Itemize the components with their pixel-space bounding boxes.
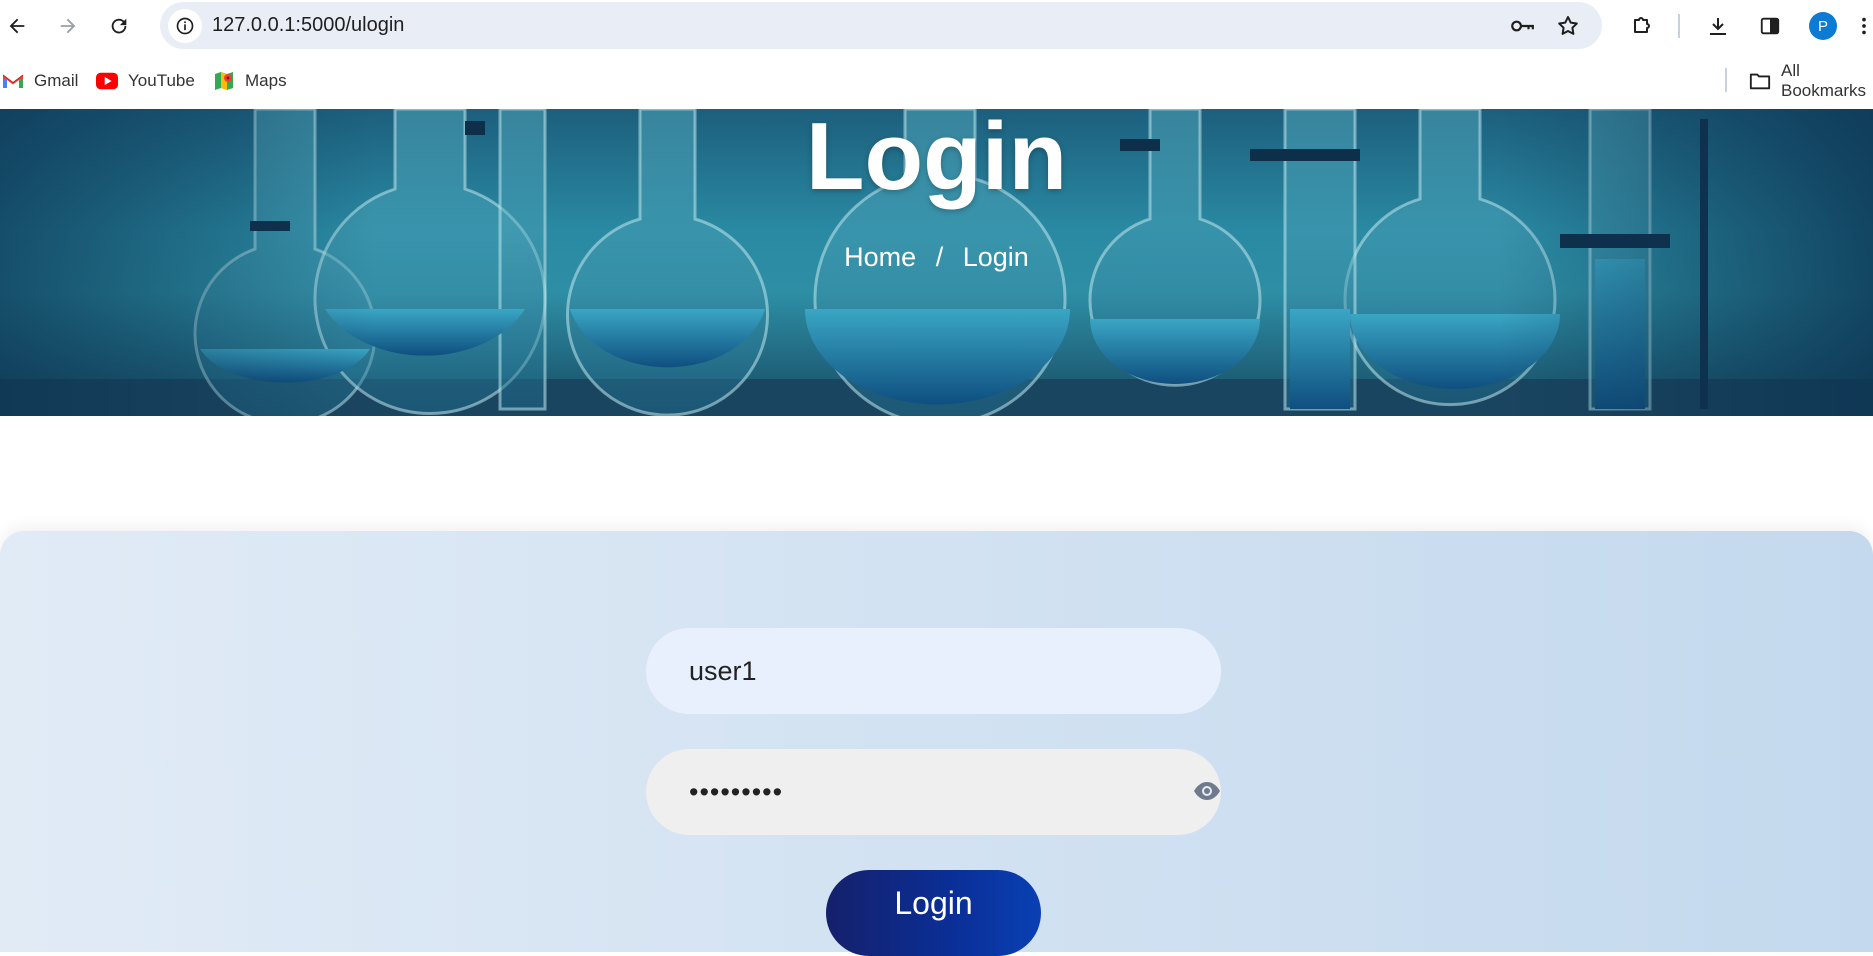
- info-icon: [176, 17, 194, 35]
- breadcrumb-separator: /: [935, 242, 944, 272]
- page-title: Login: [805, 109, 1068, 210]
- password-key-button[interactable]: [1508, 12, 1536, 40]
- all-bookmarks-button[interactable]: All Bookmarks: [1749, 61, 1873, 100]
- breadcrumb-current: Login: [962, 242, 1029, 272]
- profile-avatar[interactable]: P: [1809, 12, 1837, 40]
- youtube-icon: [96, 70, 118, 92]
- breadcrumb-home-link[interactable]: Home: [844, 242, 916, 272]
- browser-toolbar: 127.0.0.1:5000/ulogin P: [0, 0, 1873, 52]
- extensions-button[interactable]: [1628, 12, 1656, 40]
- arrow-right-icon: [60, 18, 76, 34]
- bookmark-label: Gmail: [34, 71, 79, 90]
- bookmark-gmail[interactable]: Gmail: [2, 68, 78, 94]
- bookmark-youtube[interactable]: YouTube: [96, 68, 195, 94]
- address-bar[interactable]: 127.0.0.1:5000/ulogin: [160, 2, 1602, 49]
- star-icon: [1558, 16, 1578, 35]
- url-text[interactable]: 127.0.0.1:5000/ulogin: [212, 14, 404, 37]
- folder-icon: [1749, 70, 1771, 92]
- more-vert-icon: [1862, 17, 1866, 35]
- eye-icon: [1194, 782, 1220, 800]
- show-password-button[interactable]: [1193, 779, 1221, 803]
- reload-button[interactable]: [106, 13, 132, 39]
- hero-banner: Login Home / Login: [0, 109, 1873, 416]
- all-bookmarks-label: All Bookmarks: [1781, 61, 1867, 100]
- bookmarks-separator: [1725, 68, 1727, 92]
- bookmark-maps[interactable]: Maps: [213, 68, 287, 94]
- arrow-left-icon: [9, 18, 25, 34]
- toolbar-separator: [1678, 14, 1680, 38]
- side-panel-icon: [1760, 17, 1780, 35]
- maps-icon: [213, 70, 235, 92]
- reload-icon: [111, 18, 127, 34]
- bookmarks-bar: Gmail YouTube Maps All Bookmarks: [0, 52, 1873, 109]
- menu-button[interactable]: [1856, 12, 1872, 40]
- side-panel-button[interactable]: [1756, 12, 1784, 40]
- username-input[interactable]: [646, 628, 1221, 714]
- site-info-button[interactable]: [168, 9, 202, 43]
- bookmark-label: Maps: [245, 71, 287, 90]
- password-input[interactable]: [646, 749, 1221, 835]
- puzzle-icon: [1634, 17, 1650, 33]
- forward-button[interactable]: [55, 13, 81, 39]
- gmail-icon: [2, 70, 24, 92]
- downloads-button[interactable]: [1704, 12, 1732, 40]
- key-icon: [1511, 20, 1534, 32]
- back-button[interactable]: [4, 13, 30, 39]
- breadcrumb: Home / Login: [0, 242, 1873, 273]
- download-icon: [1710, 18, 1726, 35]
- bookmark-label: YouTube: [128, 71, 195, 90]
- bookmark-star-button[interactable]: [1554, 12, 1582, 40]
- login-button[interactable]: Login: [826, 870, 1041, 956]
